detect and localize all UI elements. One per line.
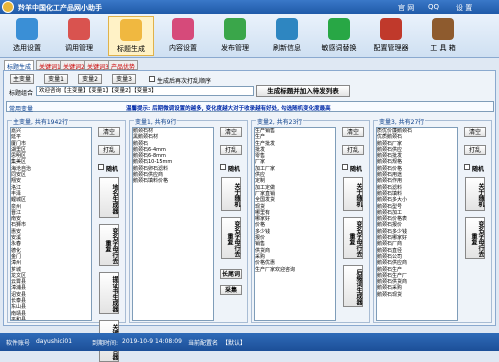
- toolbar-button-8[interactable]: 工 具 箱: [420, 16, 466, 56]
- shuffle-button[interactable]: 打乱: [220, 145, 242, 155]
- main-toolbar: 选用设置 调用管理 标题生成 内容设置 发布管理 刷新信息 敏感词替换 配置管理器 工 具 箱: [0, 14, 499, 58]
- random-label: 随机: [228, 166, 241, 173]
- var-list[interactable]: 质优价廉鹅颈石 优质鹅颈石 鹅颈石厂家 鹅颈石供应 鹅颈石批发 鹅颈石规格 鹅颈石价格 鹅颈石…: [376, 127, 458, 321]
- toolbar-label: 标题生成: [117, 45, 145, 53]
- tool-button[interactable]: 关于随机: [465, 177, 485, 211]
- list-item[interactable]: 鹅颈石填料价格: [133, 178, 213, 184]
- group-title: 变量3, 共有27行: [378, 117, 426, 126]
- toolbar-label: 调用管理: [65, 44, 93, 52]
- random-label: 随机: [472, 166, 485, 173]
- tool-button[interactable]: 后缀词生成器: [343, 265, 363, 307]
- official-site-link[interactable]: 官 网: [398, 3, 414, 13]
- shuffle-button[interactable]: 打乱: [464, 145, 486, 155]
- toolbar-icon: [16, 18, 38, 40]
- toolbar-label: 敏感词替换: [321, 44, 357, 52]
- toolbar-icon: [68, 18, 90, 40]
- random-label: 随机: [350, 166, 363, 173]
- tool-button[interactable]: 关于随机: [343, 177, 363, 211]
- toolbar-button-7[interactable]: 配置管理器: [368, 16, 414, 56]
- expire-value: 2019-10-9 14:08:09: [122, 338, 182, 345]
- random-label: 随机: [106, 166, 119, 173]
- toolbar-button-6[interactable]: 敏感词替换: [316, 16, 362, 56]
- toolbar-label: 工 具 箱: [430, 44, 456, 52]
- shuffle-button[interactable]: 打乱: [342, 145, 364, 155]
- var2-button[interactable]: 变量2: [78, 74, 102, 84]
- long-tail-button[interactable]: 长尾词: [220, 269, 242, 279]
- group-title: 变量2, 共有23行: [256, 117, 304, 126]
- random-checkbox[interactable]: [342, 164, 348, 170]
- var-list[interactable]: 生产销售 生产 生产批发 批发 零售 厂家 加工厂家 供应 定制 加工定做 厂家直销 全国发货 现货 哪里…: [254, 127, 336, 321]
- tab-title-generate[interactable]: 标题生成: [4, 60, 35, 71]
- toolbar-icon: [328, 18, 350, 40]
- toolbar-label: 内容设置: [169, 44, 197, 52]
- config-label: 当前配置名: [188, 340, 219, 347]
- tool-button[interactable]: 地名生成器: [99, 177, 119, 218]
- clear-button[interactable]: 清空: [98, 127, 120, 137]
- clear-button[interactable]: 清空: [342, 127, 364, 137]
- toolbar-icon: [276, 18, 298, 40]
- var-group-3: 变量3, 共有27行 质优价廉鹅颈石 优质鹅颈石 鹅颈石厂家 鹅颈石供应 鹅颈石批发 鹅颈石…: [373, 117, 492, 323]
- group-title: 变量1, 共有9行: [134, 117, 178, 126]
- toolbar-icon: [172, 18, 194, 40]
- toolbar-button-1[interactable]: 调用管理: [56, 16, 102, 56]
- list-item[interactable]: 鹅颈石现货: [377, 292, 457, 298]
- toolbar-label: 配置管理器: [373, 44, 409, 52]
- tool-button[interactable]: 变名字母行去重复: [221, 217, 241, 259]
- list-item[interactable]: 生产厂家欢迎咨询: [255, 267, 335, 273]
- toolbar-button-2[interactable]: 标题生成: [108, 16, 154, 56]
- var-group-1: 变量1, 共有9行 鹅颈石材 黑鹅颈石材 鹅颈石 鹅颈石6-4mm 鹅颈石6-8mm 鹅颈石…: [129, 117, 248, 323]
- toolbar-button-0[interactable]: 选用设置: [4, 16, 50, 56]
- combo-input[interactable]: 欢迎咨询【主变量】【变量1】【变量2】【变量3】: [36, 86, 254, 96]
- toolbar-icon: [380, 18, 402, 40]
- shuffle-checkbox[interactable]: [149, 76, 155, 82]
- toolbar-button-5[interactable]: 刷新信息: [264, 16, 310, 56]
- toolbar-icon: [432, 18, 454, 40]
- tool-button[interactable]: 变名字母行去重复: [343, 217, 363, 259]
- expire-label: 到期时间:: [92, 340, 119, 347]
- app-logo-icon: [2, 1, 14, 13]
- toolbar-label: 刷新信息: [273, 44, 301, 52]
- generate-titles-button[interactable]: 生成标题并加入待发列表: [256, 85, 350, 97]
- var-group-0: 主变量, 共有1942行 嘉兴 延平 厦门市 湖里区 思明区 集美区 海沧自治 同安区 翔安 洛江丰…: [7, 117, 126, 362]
- app-title: 羚羊中国化工产品网小助手: [18, 4, 102, 12]
- toolbar-icon: [224, 18, 246, 40]
- shuffle-label: 生成后再次打乱顺序: [157, 78, 212, 85]
- toolbar-button-3[interactable]: 内容设置: [160, 16, 206, 56]
- collect-button[interactable]: 采集: [220, 285, 242, 295]
- random-checkbox[interactable]: [220, 164, 226, 170]
- status-bar: 软件账号 dayushici01 到期时间: 2019-10-9 14:08:0…: [0, 333, 499, 351]
- toolbar-icon: [120, 19, 142, 41]
- toolbar-button-4[interactable]: 发布管理: [212, 16, 258, 56]
- tool-button[interactable]: 提证书生成器: [99, 272, 119, 314]
- tool-button[interactable]: 关于随机: [221, 177, 241, 211]
- tab-product-advantage[interactable]: 产品优势: [108, 60, 139, 71]
- tool-button[interactable]: 变名字母行去重复: [465, 217, 485, 259]
- group-title: 主变量, 共有1942行: [12, 117, 70, 126]
- tip-text: 温馨提示: 后期微调设置的越多, 变化度越大对于收录越有好处, 勾选随机变化度最…: [126, 106, 331, 112]
- clear-button[interactable]: 清空: [220, 127, 242, 137]
- account-value: dayushici01: [36, 338, 73, 345]
- settings-link[interactable]: 设 置: [456, 3, 472, 13]
- qq-link[interactable]: QQ: [428, 3, 439, 11]
- var1-button[interactable]: 变量1: [44, 74, 68, 84]
- title-generate-panel: 主变量 变量1 变量2 变量3 生成后再次打乱顺序 标题组合 欢迎咨询【主变量】…: [3, 70, 496, 362]
- var-group-2: 变量2, 共有23行 生产销售 生产 生产批发 批发 零售 厂家 加工厂家 供应 定制 加工定做 厂家…: [251, 117, 370, 323]
- var-list[interactable]: 嘉兴 延平 厦门市 湖里区 思明区 集美区 海沧自治 同安区 翔安 洛江 丰泽 鲤城区 泉州 晋江 南安 石狮…: [10, 127, 92, 321]
- combo-label: 标题组合: [9, 90, 34, 97]
- list-item[interactable]: 平和县: [11, 317, 91, 320]
- shuffle-button[interactable]: 打乱: [98, 145, 120, 155]
- var3-button[interactable]: 变量3: [112, 74, 136, 84]
- main-var-button[interactable]: 主变量: [10, 74, 34, 84]
- random-checkbox[interactable]: [464, 164, 470, 170]
- clear-button[interactable]: 清空: [464, 127, 486, 137]
- tool-button[interactable]: 变名字母行去重复: [99, 224, 119, 266]
- var-list[interactable]: 鹅颈石材 黑鹅颈石材 鹅颈石 鹅颈石6-4mm 鹅颈石6-8mm 鹅颈石10-15mm 鹅颈…: [132, 127, 214, 321]
- random-checkbox[interactable]: [98, 164, 104, 170]
- common-var-label: 常用变量: [9, 106, 34, 113]
- toolbar-label: 选用设置: [13, 44, 41, 52]
- account-label: 软件账号: [6, 340, 31, 347]
- title-bar: 羚羊中国化工产品网小助手 官 网 QQ 设 置: [0, 0, 499, 14]
- toolbar-label: 发布管理: [221, 44, 249, 52]
- config-value: 【默认】: [222, 340, 247, 347]
